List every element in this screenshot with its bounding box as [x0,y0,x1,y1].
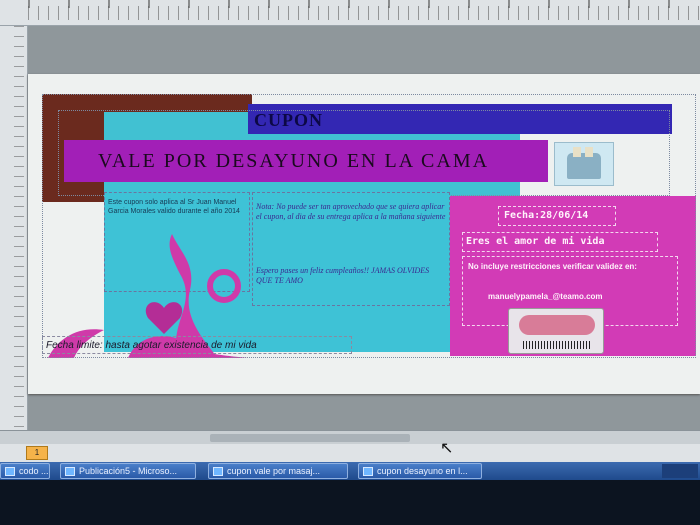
horizontal-scrollbar[interactable] [0,430,700,444]
taskbar-item-label: cupon vale por masaj... [227,466,321,476]
horizontal-ruler[interactable] [0,0,700,26]
taskbar-strip: codo ... Publicación5 - Microso... cupon… [0,462,700,480]
publisher-icon [65,467,75,476]
publication-workspace[interactable]: CUPON VALE POR DESAYUNO EN LA CAMA Este … [28,26,700,430]
taskbar-item-label: codo ... [19,466,49,476]
ruler-minor-ticks [28,6,700,20]
publication-page[interactable]: CUPON VALE POR DESAYUNO EN LA CAMA Este … [28,74,700,394]
taskbar-item[interactable]: cupon desayuno en l... [358,463,482,479]
vertical-ruler[interactable] [0,26,28,446]
taskbar-item[interactable]: codo ... [0,463,50,479]
coupon-outline [42,94,696,358]
vertical-ruler-ticks [14,26,24,446]
taskbar-item[interactable]: Publicación5 - Microso... [60,463,196,479]
taskbar-item-label: cupon desayuno en l... [377,466,468,476]
system-tray[interactable] [662,464,698,478]
mouse-cursor-icon: ↖ [440,440,454,457]
taskbar-item[interactable]: cupon vale por masaj... [208,463,348,479]
page-navigator: 1 [0,444,700,462]
windows-taskbar: codo ... Publicación5 - Microso... cupon… [0,462,700,525]
publisher-icon [363,467,373,476]
app-icon [5,467,15,476]
page-1-button[interactable]: 1 [26,446,48,460]
publisher-icon [213,467,223,476]
scrollbar-thumb[interactable] [210,434,410,442]
taskbar-item-label: Publicación5 - Microso... [79,466,178,476]
